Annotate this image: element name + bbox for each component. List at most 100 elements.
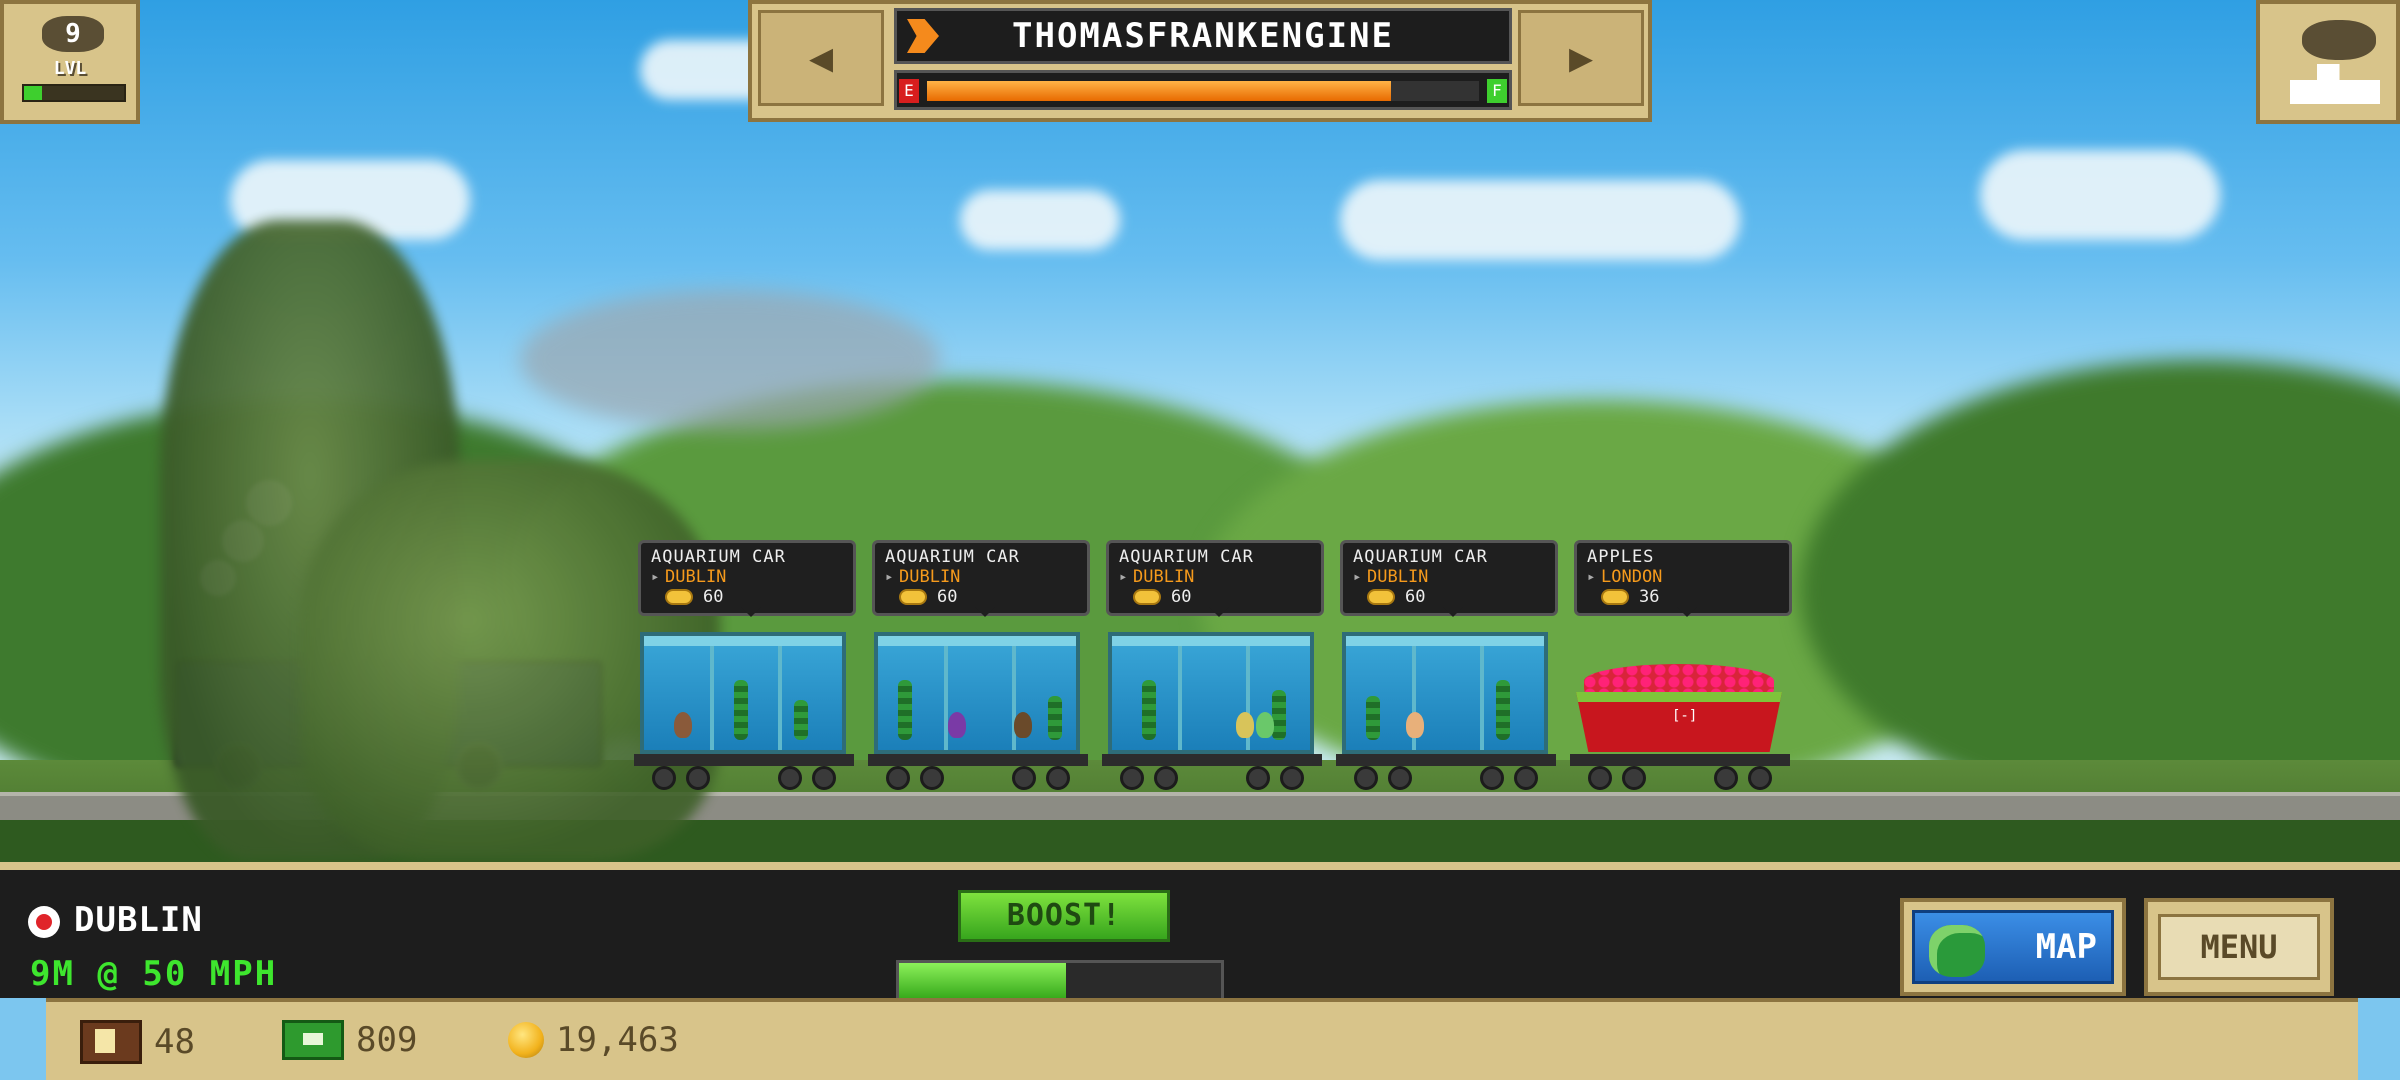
fuel-fill [927,81,1391,101]
car-wheel [886,766,910,790]
coins-value: 19,463 [556,1020,679,1060]
engine-name: THOMASFRANKENGINE [1012,16,1394,56]
car-wheel [1748,766,1772,790]
car-destination: DUBLIN [1353,567,1545,587]
aquarium-car[interactable] [1336,630,1556,790]
engine-panel: ◀ THOMASFRANKENGINE E F ▶ [748,0,1652,122]
boost-button[interactable]: BOOST! [958,890,1170,942]
car-wheel [1622,766,1646,790]
map-button-face: MAP [1912,910,2114,984]
car-wheel [1120,766,1144,790]
level-badge[interactable]: 9 LVL [0,0,140,124]
car-wheel [1388,766,1412,790]
coins-counter[interactable]: 19,463 [508,1020,679,1060]
seaweed [1048,696,1062,740]
menu-button[interactable]: MENU [2144,898,2334,996]
map-icon [1929,925,1985,977]
car-destination: DUBLIN [1119,567,1311,587]
car-wheel [686,766,710,790]
car-destination: DUBLIN [885,567,1077,587]
car-destination: DUBLIN [651,567,843,587]
car-frame [1570,754,1790,766]
car-info-tag[interactable]: AQUARIUM CAR DUBLIN 60 [872,540,1090,617]
cash-icon [282,1020,344,1060]
aquarium-car[interactable] [634,630,854,790]
fuel-full-label: F [1487,79,1507,103]
aquarium-tank [640,632,846,754]
aquarium-car[interactable] [1102,630,1322,790]
car-info-tag[interactable]: AQUARIUM CAR DUBLIN 60 [1340,540,1558,617]
aquarium-tank [1342,632,1548,754]
speech-bubble-icon [2302,20,2376,60]
crates-counter[interactable]: 48 [80,1020,195,1064]
cloud [1980,150,2220,240]
level-number: 9 [42,16,104,52]
level-label: LVL [53,58,87,79]
car-destination: LONDON [1587,567,1779,587]
passenger [1236,712,1254,738]
car-info-tag[interactable]: APPLES LONDON 36 [1574,540,1792,617]
car-wheel [652,766,676,790]
passenger [1014,712,1032,738]
seaweed [1272,690,1286,740]
car-payout: 60 [885,587,1077,607]
car-wheel [1246,766,1270,790]
car-wheel [1514,766,1538,790]
payout-value: 60 [1405,587,1426,607]
cash-value: 809 [356,1020,418,1060]
seaweed [1496,680,1510,740]
seaweed [794,700,808,740]
tank-pane [1178,646,1182,750]
car-frame [634,754,854,766]
apple-load: [-] [1576,664,1782,756]
prev-engine-button[interactable]: ◀ [758,10,884,106]
coin-icon [899,589,927,605]
map-button[interactable]: MAP [1900,898,2126,996]
current-station: DUBLIN [74,900,203,940]
aquarium-tank [1108,632,1314,754]
car-payout: 60 [1353,587,1545,607]
car-wheel [778,766,802,790]
car-wheel [920,766,944,790]
resource-bar: 48 809 19,463 [46,998,2358,1080]
fuel-empty-label: E [899,79,919,103]
crate-icon [80,1020,142,1064]
apple-hopper-car[interactable]: [-] [1570,630,1790,790]
car-info-tag[interactable]: AQUARIUM CAR DUBLIN 60 [1106,540,1324,617]
cash-counter[interactable]: 809 [282,1020,417,1060]
car-name: AQUARIUM CAR [1353,547,1488,567]
car-payout: 60 [651,587,843,607]
car-name: APPLES [1587,547,1655,567]
xp-bar [22,84,126,102]
coin-icon [665,589,693,605]
next-engine-button[interactable]: ▶ [1518,10,1644,106]
boost-fill [899,963,1067,999]
locomotive-icon [2290,64,2380,104]
smoke-cloud [520,290,940,430]
cloud [960,190,1120,250]
car-payout: 36 [1587,587,1779,607]
car-payout: 60 [1119,587,1311,607]
seaweed [1142,680,1156,740]
tank-pane [710,646,714,750]
hopper-mark: [-] [1672,708,1698,724]
passenger [674,712,692,738]
left-arrow-icon: ◀ [808,35,834,81]
car-wheel [1012,766,1036,790]
car-wheel [1354,766,1378,790]
crates-value: 48 [154,1022,195,1062]
passenger [1406,712,1424,738]
coin-icon [1367,589,1395,605]
car-info-tag[interactable]: AQUARIUM CAR DUBLIN 60 [638,540,856,617]
passenger [948,712,966,738]
aquarium-car[interactable] [868,630,1088,790]
fuel-gauge: E F [894,70,1512,110]
engine-name-box[interactable]: THOMASFRANKENGINE [894,8,1512,64]
car-wheel [1480,766,1504,790]
train-yard-button[interactable] [2256,0,2400,124]
boost-meter [896,960,1224,1002]
car-frame [1336,754,1556,766]
tank-pane [778,646,782,750]
payout-value: 36 [1639,587,1660,607]
coin-icon [1133,589,1161,605]
